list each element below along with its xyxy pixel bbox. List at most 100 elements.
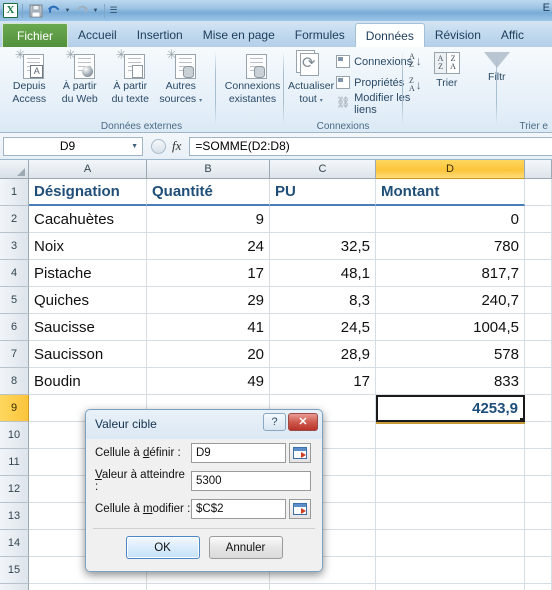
cell-b5[interactable]: 29 — [147, 287, 270, 314]
row-header-6[interactable]: 6 — [0, 314, 29, 341]
insert-function-icon[interactable]: fx — [172, 138, 181, 154]
row-header-8[interactable]: 8 — [0, 368, 29, 395]
tab-accueil[interactable]: Accueil — [68, 23, 127, 47]
tab-mise-en-page[interactable]: Mise en page — [193, 23, 285, 47]
row-header-15[interactable]: 15 — [0, 557, 29, 584]
row-header-3[interactable]: 3 — [0, 233, 29, 260]
cell-d9[interactable]: 4253,9 — [376, 395, 525, 422]
cell-e14[interactable] — [525, 530, 552, 557]
cell-d6[interactable]: 1004,5 — [376, 314, 525, 341]
cell-d1[interactable]: Montant — [376, 179, 525, 206]
cell-b4[interactable]: 17 — [147, 260, 270, 287]
row-header-5[interactable]: 5 — [0, 287, 29, 314]
cell-c5[interactable]: 8,3 — [270, 287, 376, 314]
button-autres-sources[interactable]: ✳ Autres sources ▾ — [156, 48, 207, 107]
tab-revision[interactable]: Révision — [425, 23, 491, 47]
sort-descending-button[interactable]: Z A ↓ — [409, 77, 422, 93]
excel-logo-icon[interactable]: X — [3, 3, 18, 18]
cell-d10[interactable] — [376, 422, 525, 449]
cell-a5[interactable]: Quiches — [29, 287, 147, 314]
cell-e7[interactable] — [525, 341, 552, 368]
row-header-1[interactable]: 1 — [0, 179, 29, 206]
cell-e1[interactable] — [525, 179, 552, 206]
tab-formules[interactable]: Formules — [285, 23, 355, 47]
cell-a3[interactable]: Noix — [29, 233, 147, 260]
cell-d12[interactable] — [376, 476, 525, 503]
cell-e10[interactable] — [525, 422, 552, 449]
cell-c1[interactable]: PU — [270, 179, 376, 206]
redo-dropdown-icon[interactable]: ▼ — [91, 8, 100, 14]
cell-e16[interactable] — [525, 584, 552, 590]
cell-b8[interactable]: 49 — [147, 368, 270, 395]
cell-d2[interactable]: 0 — [376, 206, 525, 233]
formula-expand-icon[interactable] — [151, 138, 166, 154]
column-header-d[interactable]: D — [376, 160, 525, 179]
column-header-c[interactable]: C — [270, 160, 376, 179]
tab-insertion[interactable]: Insertion — [127, 23, 193, 47]
row-header-9[interactable]: 9 — [0, 395, 29, 422]
close-icon[interactable]: ✕ — [288, 413, 318, 431]
cell-d3[interactable]: 780 — [376, 233, 525, 260]
cell-b6[interactable]: 41 — [147, 314, 270, 341]
cell-d15[interactable] — [376, 557, 525, 584]
button-connexions-existantes[interactable]: Connexions existantes — [222, 49, 283, 105]
cell-e13[interactable] — [525, 503, 552, 530]
cell-a6[interactable]: Saucisse — [29, 314, 147, 341]
row-header-11[interactable]: 11 — [0, 449, 29, 476]
row-header-13[interactable]: 13 — [0, 503, 29, 530]
cell-a1[interactable]: Désignation — [29, 179, 147, 206]
tab-fichier[interactable]: Fichier — [2, 23, 69, 47]
cell-e6[interactable] — [525, 314, 552, 341]
help-icon[interactable]: ? — [263, 413, 286, 431]
formula-input[interactable]: =SOMME(D2:D8) — [189, 136, 552, 156]
button-a-partir-du-texte[interactable]: ✳ À partir du texte — [105, 48, 156, 105]
button-connexions[interactable]: Connexions — [334, 51, 412, 72]
name-box[interactable]: D9 ▼ — [3, 136, 143, 156]
chevron-down-icon-refresh[interactable]: ▾ — [320, 98, 323, 104]
tab-affichage[interactable]: Affic — [491, 23, 534, 47]
cell-e3[interactable] — [525, 233, 552, 260]
row-header-10[interactable]: 10 — [0, 422, 29, 449]
tab-donnees[interactable]: Données — [354, 23, 425, 47]
cell-b3[interactable]: 24 — [147, 233, 270, 260]
undo-dropdown-icon[interactable]: ▼ — [63, 8, 72, 14]
redo-icon[interactable] — [73, 3, 90, 19]
row-header-7[interactable]: 7 — [0, 341, 29, 368]
cell-d7[interactable]: 578 — [376, 341, 525, 368]
row-header-14[interactable]: 14 — [0, 530, 29, 557]
input-valeur-a-atteindre[interactable]: 5300 — [191, 470, 311, 491]
row-header-2[interactable]: 2 — [0, 206, 29, 233]
input-cellule-a-definir[interactable]: D9 — [191, 442, 286, 463]
cell-b1[interactable]: Quantité — [147, 179, 270, 206]
select-all-corner[interactable] — [0, 160, 29, 179]
ok-button[interactable]: OK — [125, 536, 200, 559]
cell-b16[interactable] — [147, 584, 270, 590]
customize-qat-icon[interactable]: ☰ — [109, 5, 118, 16]
column-header-a[interactable]: A — [29, 160, 147, 179]
row-header-12[interactable]: 12 — [0, 476, 29, 503]
cell-a4[interactable]: Pistache — [29, 260, 147, 287]
save-icon[interactable] — [27, 3, 44, 19]
name-box-chevron-down-icon[interactable]: ▼ — [131, 143, 138, 150]
cell-d8[interactable]: 833 — [376, 368, 525, 395]
undo-icon[interactable] — [45, 3, 62, 19]
column-header-b[interactable]: B — [147, 160, 270, 179]
cell-c3[interactable]: 32,5 — [270, 233, 376, 260]
sort-ascending-button[interactable]: A Z ↓ — [409, 53, 422, 69]
cell-c16[interactable] — [270, 584, 376, 590]
range-picker-button-1[interactable] — [289, 442, 311, 463]
chevron-down-icon[interactable]: ▾ — [199, 98, 202, 104]
range-picker-button-2[interactable] — [289, 498, 311, 519]
cell-c7[interactable]: 28,9 — [270, 341, 376, 368]
cell-e12[interactable] — [525, 476, 552, 503]
cell-c8[interactable]: 17 — [270, 368, 376, 395]
input-cellule-a-modifier[interactable]: $C$2 — [191, 498, 286, 519]
cell-e9[interactable] — [525, 395, 552, 422]
cell-e4[interactable] — [525, 260, 552, 287]
cancel-button[interactable]: Annuler — [208, 536, 283, 559]
cell-c4[interactable]: 48,1 — [270, 260, 376, 287]
cell-c2[interactable] — [270, 206, 376, 233]
column-header-e[interactable] — [525, 160, 552, 179]
cell-a16[interactable] — [29, 584, 147, 590]
button-modifier-les-liens[interactable]: ⛓ Modifier les liens — [334, 92, 412, 116]
